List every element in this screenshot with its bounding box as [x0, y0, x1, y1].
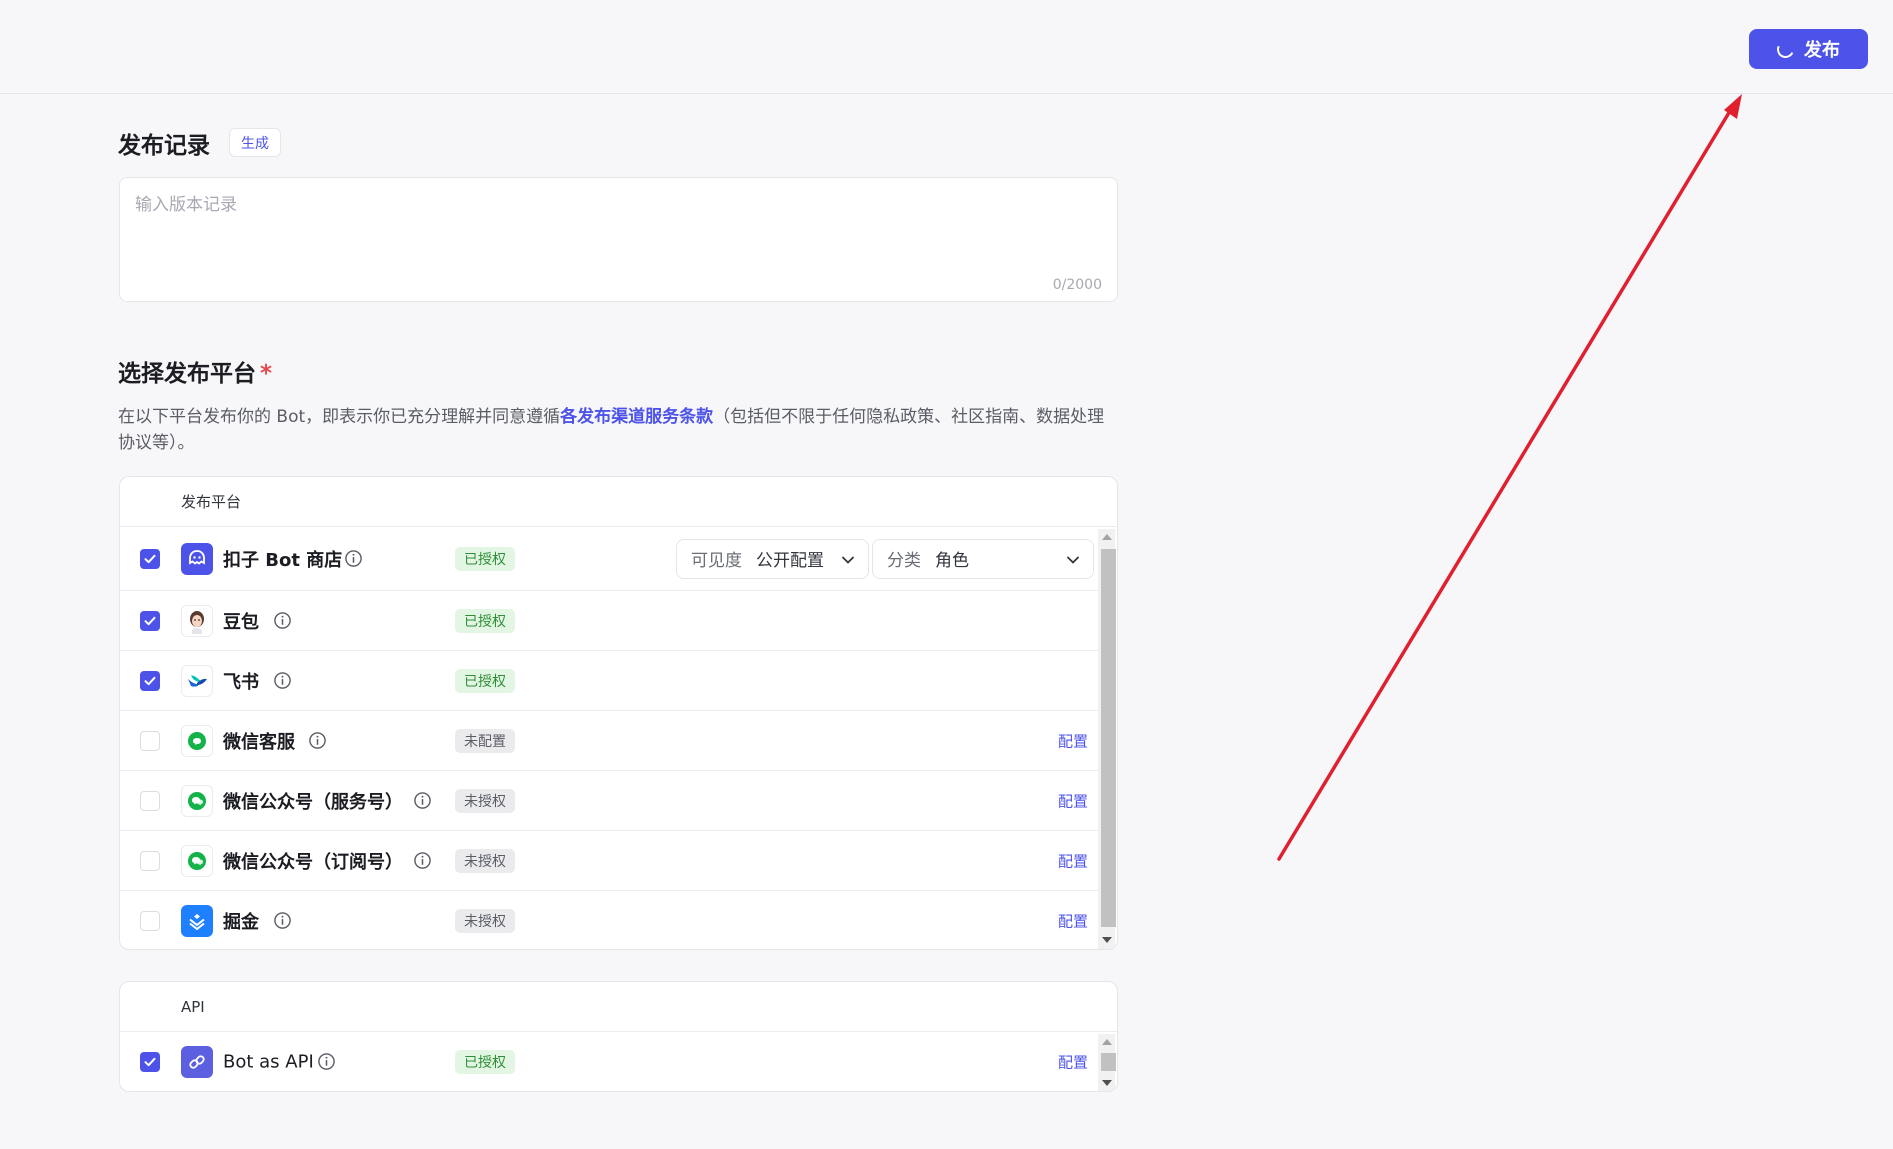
generate-button[interactable]: 生成 [229, 128, 281, 157]
info-icon[interactable] [273, 611, 292, 630]
api-scrollbar[interactable] [1098, 1034, 1116, 1091]
platform-name: 微信公众号（服务号） [223, 791, 403, 813]
doubao-icon [181, 604, 213, 637]
release-notes-input[interactable] [135, 190, 1095, 270]
checkbox-feishu[interactable] [140, 670, 160, 691]
info-icon[interactable] [273, 671, 292, 690]
status-badge: 已授权 [455, 608, 515, 633]
loading-spinner-icon [1774, 38, 1797, 60]
terms-desc-before: 在以下平台发布你的 Bot，即表示你已充分理解并同意遵循 [118, 407, 561, 427]
platform-row-wechat-oa-subscription: 微信公众号（订阅号） 未授权 配置 [120, 831, 1098, 891]
info-icon[interactable] [273, 911, 292, 930]
scroll-thumb[interactable] [1101, 549, 1116, 927]
scroll-down-icon[interactable] [1102, 1080, 1112, 1086]
checkbox-doubao[interactable] [140, 610, 160, 631]
visibility-select[interactable]: 可见度 公开配置 [676, 538, 869, 579]
platform-name: 微信公众号（订阅号） [223, 851, 403, 873]
platform-row-wechat-oa-service: 微信公众号（服务号） 未授权 配置 [120, 771, 1098, 831]
feishu-icon [181, 664, 213, 697]
visibility-label: 可见度 [691, 551, 742, 571]
scroll-down-icon[interactable] [1102, 937, 1112, 943]
info-icon[interactable] [344, 549, 363, 568]
api-link-icon [181, 1045, 213, 1078]
chevron-down-icon [842, 556, 854, 564]
category-label: 分类 [887, 551, 921, 571]
platform-panel: 发布平台 扣子 Bot 商店 已授权 可见度 公开配置 分类 角色 豆包 已授权 [119, 476, 1118, 950]
status-badge: 未授权 [455, 788, 515, 813]
checkbox-wechat-oa-service[interactable] [140, 790, 160, 811]
platform-scrollbar[interactable] [1098, 529, 1116, 949]
platform-row-doubao: 豆包 已授权 [120, 591, 1098, 651]
info-icon[interactable] [308, 731, 327, 750]
release-notes-box: 0/2000 [119, 177, 1118, 302]
required-mark: * [260, 361, 273, 387]
platform-section-title: 选择发布平台 * [118, 354, 272, 388]
scroll-up-icon[interactable] [1102, 1039, 1112, 1045]
platform-name: 微信客服 [223, 731, 295, 753]
char-counter: 0/2000 [1052, 277, 1102, 293]
configure-link[interactable]: 配置 [1058, 910, 1088, 931]
platform-name: Bot as API [223, 1051, 314, 1072]
check-icon [144, 554, 156, 563]
check-icon [144, 1057, 156, 1066]
status-badge: 未授权 [455, 908, 515, 933]
platform-name: 豆包 [223, 611, 259, 633]
category-select[interactable]: 分类 角色 [872, 538, 1094, 579]
scroll-up-icon[interactable] [1102, 534, 1112, 540]
platform-row-coze-store: 扣子 Bot 商店 已授权 可见度 公开配置 分类 角色 [120, 527, 1098, 591]
wechat-icon [181, 724, 213, 757]
check-icon [144, 676, 156, 685]
chevron-down-icon [1067, 556, 1079, 564]
scroll-thumb[interactable] [1101, 1053, 1116, 1071]
visibility-value: 公开配置 [756, 551, 824, 571]
checkbox-juejin[interactable] [140, 910, 160, 931]
checkbox-coze-store[interactable] [140, 548, 160, 569]
api-row-bot-as-api: Bot as API 已授权 配置 [120, 1032, 1098, 1091]
checkbox-wechat-oa-subscription[interactable] [140, 850, 160, 871]
platform-section-title-text: 选择发布平台 [118, 361, 256, 387]
top-bar: 发布 [0, 0, 1893, 94]
configure-link[interactable]: 配置 [1058, 850, 1088, 871]
status-badge: 已授权 [455, 668, 515, 693]
release-notes-title: 发布记录 [118, 133, 210, 159]
info-icon[interactable] [317, 1052, 336, 1071]
checkbox-wechat-service[interactable] [140, 730, 160, 751]
checkbox-bot-as-api[interactable] [140, 1051, 160, 1072]
status-badge: 未配置 [455, 728, 515, 753]
status-badge: 已授权 [455, 1049, 515, 1074]
juejin-icon [181, 904, 213, 937]
terms-link[interactable]: 各发布渠道服务条款 [560, 407, 713, 427]
platform-row-wechat-service: 微信客服 未配置 配置 [120, 711, 1098, 771]
configure-link[interactable]: 配置 [1058, 730, 1088, 751]
info-icon[interactable] [413, 851, 432, 870]
platform-row-juejin: 掘金 未授权 配置 [120, 891, 1098, 949]
category-value: 角色 [935, 551, 969, 571]
wechat-icon [181, 784, 213, 817]
status-badge: 未授权 [455, 848, 515, 873]
platform-name: 飞书 [223, 671, 259, 693]
api-panel-header: API [120, 982, 1117, 1032]
coze-store-icon [181, 542, 213, 575]
platform-name: 扣子 Bot 商店 [223, 549, 343, 571]
platform-row-feishu: 飞书 已授权 [120, 651, 1098, 711]
status-badge: 已授权 [455, 546, 515, 571]
api-panel: API Bot as API 已授权 配置 [119, 981, 1118, 1092]
configure-link[interactable]: 配置 [1058, 1051, 1088, 1072]
check-icon [144, 616, 156, 625]
wechat-icon [181, 844, 213, 877]
platform-panel-header: 发布平台 [120, 477, 1117, 527]
configure-link[interactable]: 配置 [1058, 790, 1088, 811]
platform-name: 掘金 [223, 911, 259, 933]
terms-description: 在以下平台发布你的 Bot，即表示你已充分理解并同意遵循各发布渠道服务条款（包括… [118, 404, 1118, 456]
publish-button-label: 发布 [1804, 40, 1840, 61]
info-icon[interactable] [413, 791, 432, 810]
publish-button[interactable]: 发布 [1749, 29, 1868, 69]
